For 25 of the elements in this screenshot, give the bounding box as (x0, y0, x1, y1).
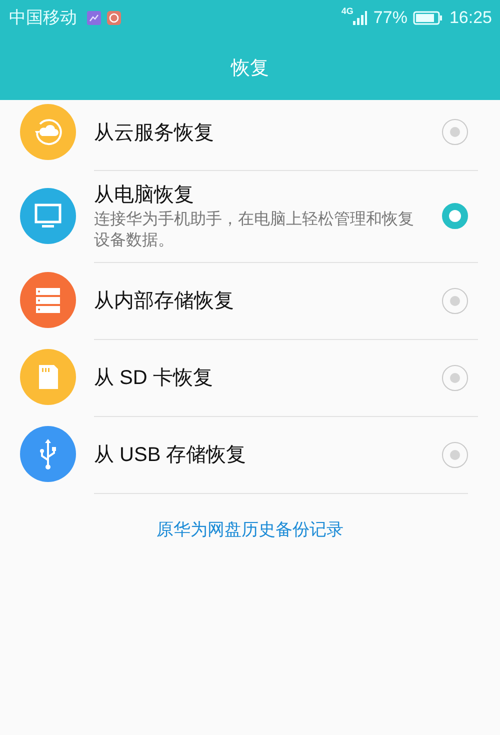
radio-button[interactable] (442, 288, 468, 314)
clock-time: 16:25 (449, 8, 492, 28)
backup-history-link[interactable]: 原华为网盘历史备份记录 (156, 518, 344, 541)
restore-option[interactable]: 从 SD 卡恢复 (0, 338, 500, 416)
option-title: 从 USB 存储恢复 (94, 443, 248, 468)
signal-icon (353, 10, 368, 24)
radio-button[interactable] (442, 442, 468, 468)
restore-option[interactable]: 从电脑恢复 连接华为手机助手，在电脑上轻松管理和恢复设备数据。 (0, 170, 500, 262)
radio-button[interactable] (442, 364, 468, 391)
restore-option[interactable]: 从 USB 存储恢复 (0, 416, 500, 493)
option-title: 从 SD 卡恢复 (94, 366, 214, 392)
battery-percentage: 77% (373, 8, 408, 28)
radio-button[interactable] (442, 119, 468, 145)
option-title: 从电脑恢复 (94, 183, 195, 208)
radio-button[interactable] (442, 203, 468, 230)
screen-title: 恢复 (231, 56, 269, 80)
option-title: 从云服务恢复 (94, 120, 215, 146)
restore-option[interactable]: 从内部存储恢复 (0, 262, 500, 339)
network-type: 4G (341, 6, 354, 16)
carrier-name: 中国移动 (9, 7, 77, 29)
app-notification-icon (107, 10, 121, 24)
option-description: 连接华为手机助手，在电脑上轻松管理和恢复设备数据。 (94, 210, 415, 251)
option-title: 从内部存储恢复 (94, 289, 235, 314)
restore-option[interactable]: 从云服务恢复 (0, 94, 500, 170)
battery-icon (413, 10, 444, 24)
